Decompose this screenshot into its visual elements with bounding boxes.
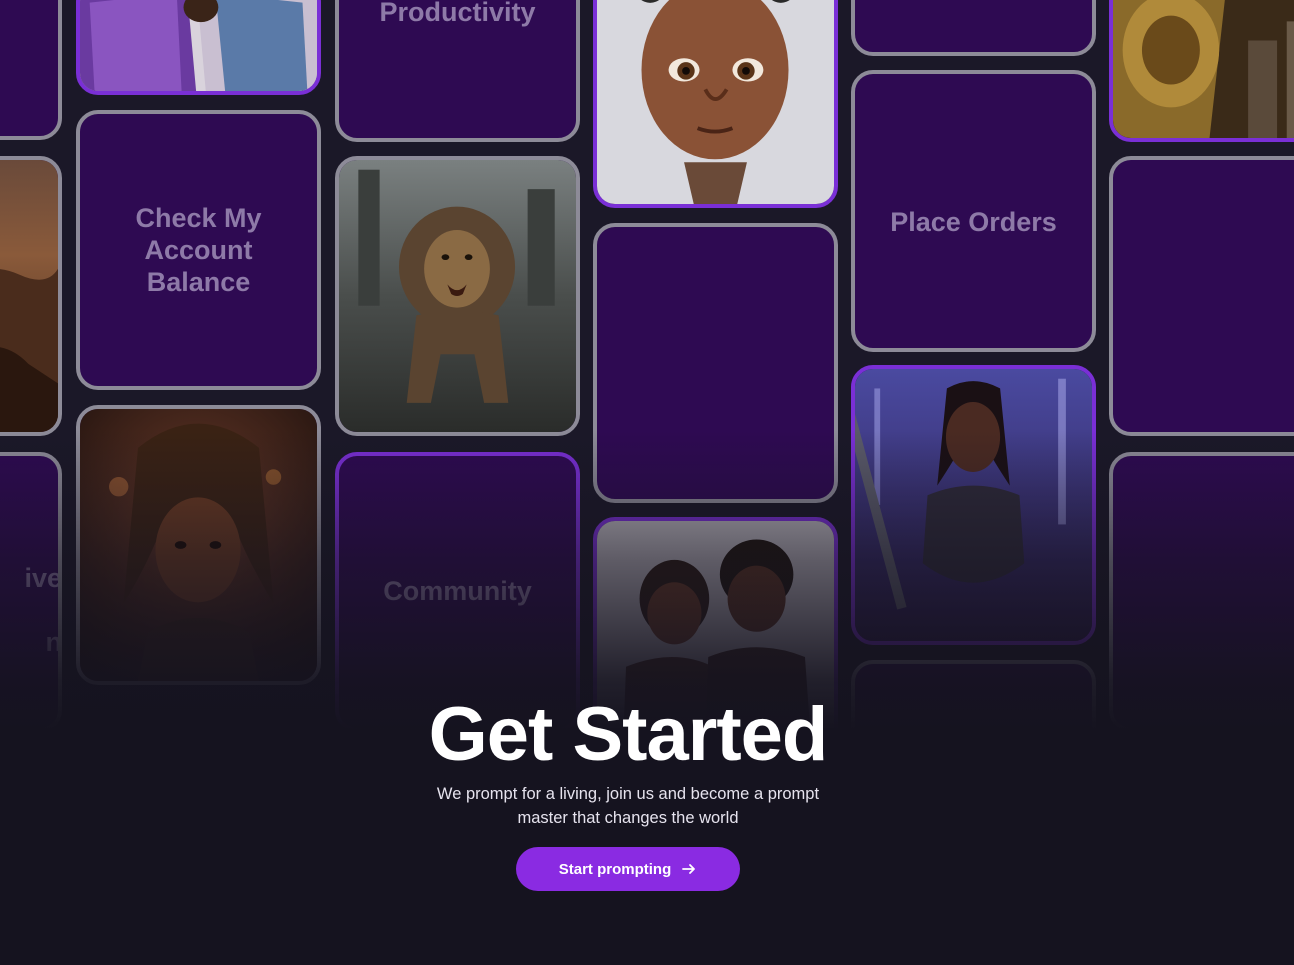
partial-label-2: n (45, 627, 62, 657)
tile-place-orders: Place Orders (851, 70, 1096, 352)
girl-portrait-image (80, 409, 317, 681)
hero-section: Get Started We prompt for a living, join… (0, 690, 1294, 830)
boy-portrait-image (597, 0, 834, 204)
lion-image (339, 160, 576, 432)
warrior-image (855, 369, 1092, 641)
tile-image-gold (1109, 0, 1294, 142)
tile-check-balance: Check My Account Balance (76, 110, 321, 390)
tile-plain (851, 0, 1096, 56)
tile-image-warrior (851, 365, 1096, 645)
arrow-right-icon (682, 864, 696, 874)
tile-label-productivity: Productivity (379, 0, 536, 27)
tile-productivity: Productivity (335, 0, 580, 142)
tile-image-boy (593, 0, 838, 208)
tile-image-people (76, 0, 321, 95)
tile-plain (0, 0, 62, 140)
tile-label-place-orders: Place Orders (890, 207, 1057, 237)
people-image (80, 0, 317, 91)
tile-plain (1109, 156, 1294, 436)
tile-image-landscape (0, 156, 62, 436)
start-prompting-button[interactable]: Start prompting (516, 847, 740, 891)
hero-title: Get Started (428, 692, 829, 777)
golden-robot-image (1113, 0, 1294, 138)
start-prompting-label: Start prompting (558, 860, 672, 878)
tile-plain (593, 223, 838, 503)
landscape-image (0, 160, 58, 432)
tile-mosaic-background: ive n Check My Account Balance Productiv… (0, 0, 1294, 965)
tile-image-lion (335, 156, 580, 436)
tile-label-community: Community (383, 576, 532, 606)
partial-label-1: ive (24, 563, 62, 593)
hero-subtitle: We prompt for a living, join us and beco… (436, 785, 820, 827)
tile-label-check-balance: Check My Account Balance (135, 203, 262, 297)
tile-image-girl (76, 405, 321, 685)
